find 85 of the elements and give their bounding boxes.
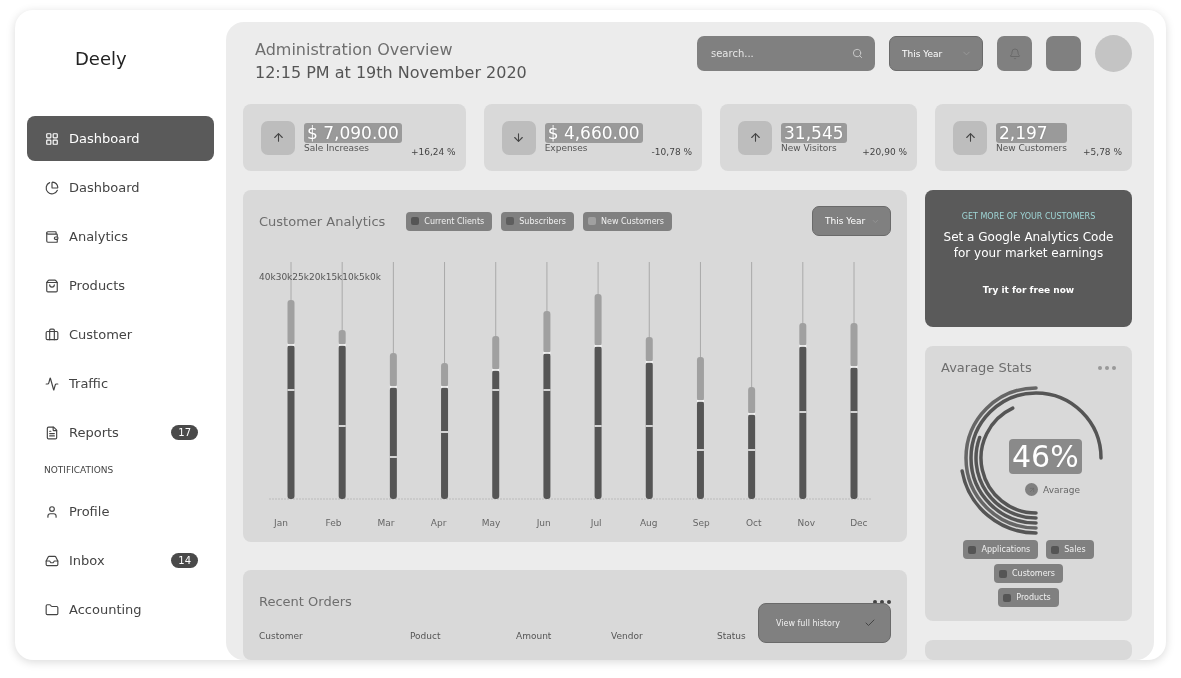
month-label: Nov bbox=[796, 518, 817, 528]
legend-chip[interactable]: Current Clients bbox=[406, 211, 493, 231]
section-heading: NOTIFICATIONS bbox=[43, 464, 115, 477]
search-field[interactable]: search... bbox=[697, 36, 875, 71]
nav-icon bbox=[45, 131, 59, 146]
legend-swatch bbox=[1003, 593, 1012, 602]
logo: Deely bbox=[74, 48, 128, 69]
nav-icon bbox=[45, 376, 59, 391]
legend-chip[interactable]: Applications bbox=[963, 540, 1039, 559]
square-button[interactable] bbox=[1046, 36, 1081, 71]
legend-swatch bbox=[999, 569, 1007, 578]
stat-change: +20,90 % bbox=[862, 147, 907, 157]
card-title: Avarage Stats bbox=[941, 360, 1032, 375]
sidebar-item[interactable]: Dashboard bbox=[27, 165, 214, 210]
count-badge: 14 bbox=[171, 553, 198, 568]
percentage-caption: Avarage bbox=[1043, 484, 1080, 495]
stat-value: $ 7,090.00 bbox=[304, 122, 402, 143]
month-label: Sep bbox=[691, 518, 711, 528]
more-icon[interactable] bbox=[873, 599, 891, 604]
month-label: Aug bbox=[638, 518, 659, 528]
date-time: 12:15 PM at 19th November 2020 bbox=[255, 63, 527, 82]
nav-icon bbox=[45, 602, 59, 617]
promo-heading: Set a Google Analytics Code for your market earnings bbox=[942, 229, 1115, 261]
column-header: Amount bbox=[516, 631, 553, 643]
legend-chip[interactable]: Customers bbox=[994, 564, 1063, 583]
column-header: Poduct bbox=[410, 631, 442, 643]
sidebar-item[interactable]: Inbox 14 bbox=[27, 538, 214, 583]
legend-chip[interactable]: Subscribers bbox=[501, 211, 574, 231]
stat-change: +16,24 % bbox=[410, 147, 456, 157]
axis-labels: 40k30k25k20k15k10k5k0k bbox=[259, 272, 381, 282]
stat-label: Expenses bbox=[544, 142, 589, 153]
card-title: Customer Analytics bbox=[259, 213, 386, 229]
period-dropdown[interactable]: This Year bbox=[812, 206, 891, 236]
sidebar-item[interactable]: Analytics bbox=[27, 214, 214, 259]
sidebar-item[interactable]: Reports 17 bbox=[27, 410, 214, 455]
nav-icon bbox=[45, 229, 59, 244]
stat-value: 31,545 bbox=[781, 122, 847, 143]
sidebar-item[interactable]: Customer bbox=[27, 312, 214, 357]
stat-change: +5,78 % bbox=[1083, 147, 1122, 157]
nav-icon bbox=[45, 553, 59, 568]
month-label: Jun bbox=[535, 518, 552, 528]
search-icon bbox=[852, 48, 863, 59]
promo-link[interactable]: Try it for free now bbox=[982, 285, 1075, 295]
month-label: Apr bbox=[429, 518, 448, 528]
month-label: Mar bbox=[376, 518, 396, 528]
month-label: May bbox=[480, 518, 502, 528]
column-header: Customer bbox=[259, 631, 304, 643]
card-title: Recent Orders bbox=[259, 594, 352, 609]
stat-label: New Customers bbox=[996, 142, 1067, 153]
sidebar-item[interactable]: Accounting bbox=[27, 587, 214, 632]
trend-icon bbox=[1025, 483, 1038, 496]
count-badge: 17 bbox=[171, 425, 198, 440]
nav-icon bbox=[45, 504, 59, 519]
page-title: Administration Overview bbox=[255, 40, 454, 59]
column-header: Status bbox=[717, 631, 747, 643]
legend-swatch bbox=[968, 545, 977, 554]
month-label: Oct bbox=[745, 518, 763, 528]
legend-chip[interactable]: Products bbox=[998, 588, 1059, 607]
percentage-value: 46% bbox=[1009, 439, 1082, 474]
nav-icon bbox=[45, 327, 59, 342]
stat-label: New Visitors bbox=[781, 142, 838, 153]
notifications-button[interactable] bbox=[997, 36, 1032, 71]
stat-value: 2,197 bbox=[996, 122, 1067, 143]
promo-eyebrow: GET MORE OF YOUR CUSTOMERS bbox=[961, 212, 1096, 221]
sidebar-item[interactable]: Products bbox=[27, 263, 214, 308]
legend-chip[interactable]: Sales bbox=[1046, 540, 1094, 559]
stat-label: Sale Increases bbox=[304, 142, 370, 153]
legend-swatch bbox=[1051, 545, 1060, 554]
nav-icon bbox=[45, 278, 59, 293]
sidebar-item[interactable]: Traffic bbox=[27, 361, 214, 406]
legend-chip[interactable]: New Customers bbox=[583, 211, 673, 231]
month-label: Jan bbox=[272, 518, 289, 528]
stat-value: $ 4,660.00 bbox=[544, 122, 643, 143]
period-dropdown[interactable]: This Year bbox=[889, 36, 983, 71]
month-label: Feb bbox=[324, 518, 343, 528]
sidebar-item[interactable]: Dashboard bbox=[27, 116, 214, 161]
sidebar-item[interactable]: Profile bbox=[27, 489, 214, 534]
month-label: Dec bbox=[849, 518, 869, 528]
stat-change: -10,78 % bbox=[651, 147, 693, 157]
nav-icon bbox=[45, 180, 59, 195]
column-header: Vendor bbox=[611, 631, 644, 643]
check-icon bbox=[864, 617, 876, 629]
month-label: Jul bbox=[589, 518, 603, 528]
history-button[interactable]: View full history bbox=[758, 603, 891, 643]
nav-icon bbox=[45, 425, 59, 440]
